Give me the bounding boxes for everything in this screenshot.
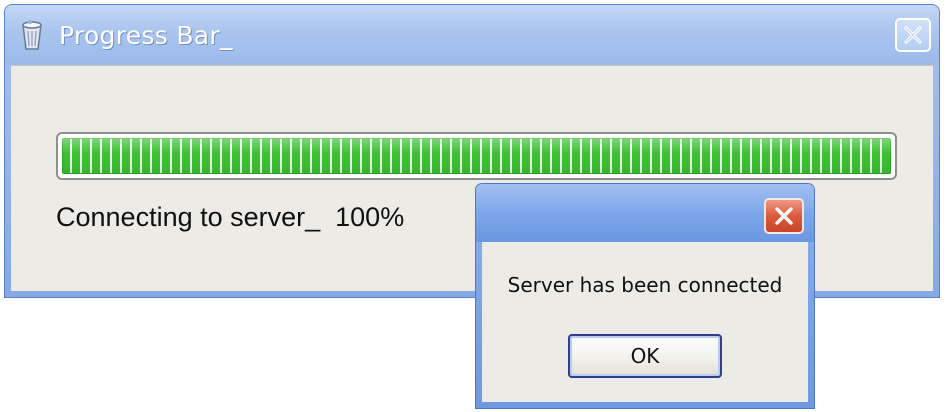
window-titlebar[interactable]: Progress Bar_ bbox=[5, 5, 939, 65]
recycle-bin-icon bbox=[19, 19, 45, 51]
message-dialog: Server has been connected OK bbox=[475, 183, 815, 409]
window-title: Progress Bar_ bbox=[59, 21, 233, 50]
dialog-message: Server has been connected bbox=[507, 273, 783, 297]
dialog-titlebar[interactable] bbox=[476, 184, 814, 242]
progress-bar bbox=[56, 132, 897, 180]
dialog-close-button[interactable] bbox=[764, 198, 804, 234]
close-icon bbox=[775, 207, 793, 225]
status-text: Connecting to server_ 100% bbox=[56, 202, 405, 232]
progress-bar-fill bbox=[62, 138, 891, 174]
close-icon bbox=[904, 26, 922, 44]
window-close-button[interactable] bbox=[895, 18, 931, 52]
desktop: Progress Bar_ Connecting to server_ 100% bbox=[0, 0, 948, 412]
ok-button[interactable]: OK bbox=[568, 334, 722, 378]
dialog-client-area: Server has been connected OK bbox=[482, 242, 808, 402]
